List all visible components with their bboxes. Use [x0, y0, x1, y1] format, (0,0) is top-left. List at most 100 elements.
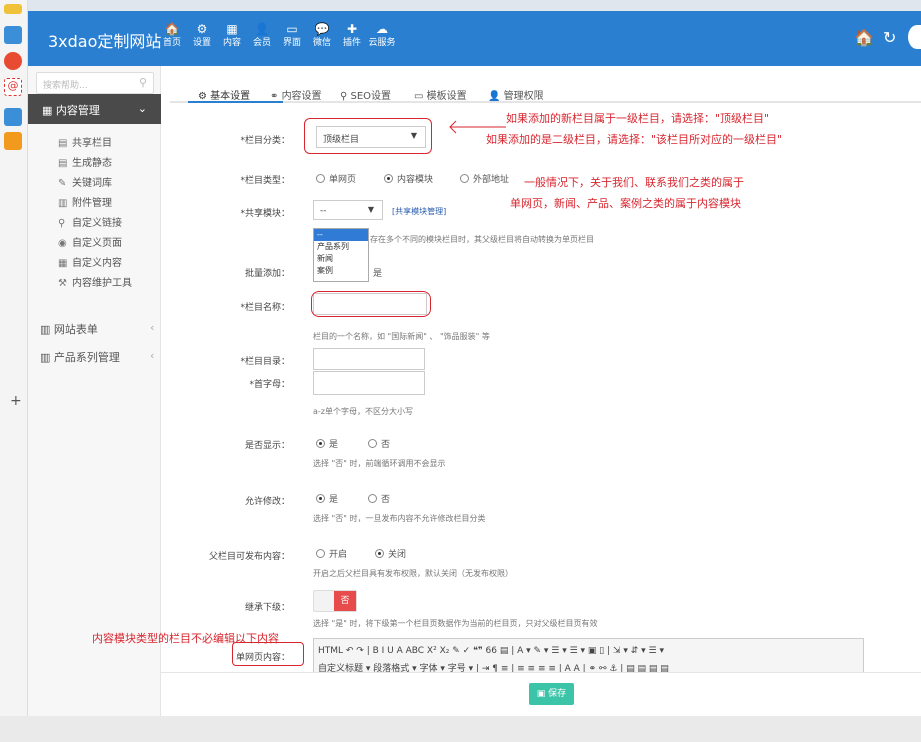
nav-label: 微信: [312, 38, 331, 48]
nav-item-2[interactable]: ▦ 内容: [215, 21, 249, 49]
nav-item-1[interactable]: ⚙ 设置: [185, 21, 219, 49]
weibo-icon[interactable]: [4, 52, 22, 70]
tab-seo[interactable]: ⚲ SEO设置: [340, 87, 391, 102]
dropdown-option[interactable]: --: [314, 229, 368, 241]
dropdown-option[interactable]: 案例: [314, 265, 368, 277]
category-type-label: *栏目分类：: [240, 136, 290, 146]
caret-down-icon: ▼: [367, 205, 374, 214]
radio-parent-close[interactable]: 关闭: [375, 547, 406, 560]
chevron-left-icon: ‹: [150, 321, 155, 334]
tab-template[interactable]: ▭ 模板设置: [414, 87, 467, 102]
sidebar-section-forms[interactable]: ▥ 网站表单 ‹: [40, 321, 154, 337]
inherit-label: 继承下级：: [244, 603, 290, 613]
nav-item-3[interactable]: 👤 会员: [245, 21, 279, 49]
add-icon[interactable]: +: [10, 393, 22, 409]
gear-icon: ⚙: [196, 22, 208, 36]
sidebar-item-label: 自定义内容: [72, 258, 122, 269]
radio-show-no[interactable]: 否: [368, 437, 390, 450]
save-label: 保存: [548, 689, 567, 699]
sidebar-item-7[interactable]: ⚒ 内容维护工具: [58, 274, 132, 289]
radio-single-page[interactable]: 单网页: [316, 172, 356, 185]
folder-icon[interactable]: [4, 4, 22, 14]
list-icon[interactable]: [4, 26, 22, 44]
radio-external-url[interactable]: 外部地址: [460, 172, 509, 185]
tab-bar: ⚙ 基本设置 ⚭ 内容设置 ⚲ SEO设置 ▭ 模板设置 👤 管理权限: [170, 78, 921, 103]
search-icon[interactable]: ⚲: [139, 76, 147, 89]
dropdown-option[interactable]: 新闻: [314, 253, 368, 265]
sidebar-item-4[interactable]: ⚲ 自定义链接: [58, 214, 122, 229]
annotation-second-level: 如果添加的是二级栏目，请选择："该栏目所对应的一级栏目": [486, 133, 783, 146]
radio-label: 是: [329, 495, 339, 505]
initial-input[interactable]: [313, 371, 425, 395]
column-dir-label: *栏目目录：: [240, 357, 290, 367]
inherit-toggle[interactable]: 否: [313, 590, 357, 612]
radio-dot: [316, 174, 325, 183]
share-module-select[interactable]: -- ▼: [313, 200, 383, 220]
radio-dot: [460, 174, 469, 183]
sidebar-item-3[interactable]: ▥ 附件管理: [58, 194, 112, 209]
file-icon: ▤: [58, 158, 68, 169]
nav-item-7[interactable]: ☁ 云服务: [365, 21, 399, 49]
doc-icon[interactable]: [4, 108, 22, 126]
parent-publish-label: 父栏目可发布内容：: [208, 552, 290, 562]
folder-icon: ▥: [58, 198, 68, 209]
grid-icon: ▦: [58, 258, 68, 269]
nav-item-6[interactable]: ✚ 插件: [335, 21, 369, 49]
nav-label: 设置: [192, 38, 211, 48]
save-bar: ▣ 保存: [161, 672, 921, 716]
chevron-left-icon: ‹: [150, 349, 155, 362]
sidebar-item-label: 自定义链接: [72, 218, 122, 229]
nav-item-4[interactable]: ▭ 界面: [275, 21, 309, 49]
radio-content-module[interactable]: 内容模块: [384, 172, 433, 185]
dropdown-option[interactable]: 产品系列: [314, 241, 368, 253]
sidebar-item-1[interactable]: ▤ 生成静态: [58, 154, 112, 169]
tab-permissions[interactable]: 👤 管理权限: [488, 87, 544, 102]
nav-item-0[interactable]: 🏠 首页: [155, 21, 189, 49]
note-icon[interactable]: [4, 132, 22, 150]
refresh-icon[interactable]: ↻: [883, 28, 896, 47]
pin-icon: ⚲: [58, 218, 66, 229]
sidebar-section-products[interactable]: ▥ 产品系列管理 ‹: [40, 349, 154, 365]
nav-label: 首页: [162, 38, 181, 48]
share-module-link[interactable]: [共享模块管理]: [392, 206, 446, 217]
sidebar-item-5[interactable]: ◉ 自定义页面: [58, 234, 122, 249]
arrow-icon: [449, 120, 506, 134]
sidebar-group-content[interactable]: ▦ 内容管理 ⌄: [28, 94, 161, 124]
sidebar-item-label: 关键词库: [72, 178, 112, 189]
sidebar-item-2[interactable]: ✎ 关键词库: [58, 174, 112, 189]
radio-edit-no[interactable]: 否: [368, 492, 390, 505]
brand-title[interactable]: 3xdao定制网站: [48, 28, 161, 52]
tab-content[interactable]: ⚭ 内容设置: [270, 87, 322, 102]
radio-parent-open[interactable]: 开启: [316, 547, 347, 560]
editor-toolbar-row1[interactable]: HTML ↶ ↷ | B I U A ABC X² X₂ ✎ ✓ ❝❞ 66 ▤…: [318, 643, 664, 659]
column-dir-input[interactable]: [313, 348, 425, 370]
radio-show-yes[interactable]: 是: [316, 437, 338, 450]
sidebar-item-6[interactable]: ▦ 自定义内容: [58, 254, 122, 269]
highlight-box: [304, 118, 432, 154]
sidebar-item-label: 自定义页面: [72, 238, 122, 249]
active-tab-indicator: [188, 101, 283, 103]
sidebar-group-label: 内容管理: [55, 104, 100, 117]
radio-edit-yes[interactable]: 是: [316, 492, 338, 505]
chevron-down-icon: ⌄: [137, 102, 147, 115]
top-strip: [28, 0, 921, 11]
avatar[interactable]: [908, 25, 921, 49]
cloud-icon: ☁: [376, 22, 388, 36]
search-input[interactable]: 搜索帮助... ⚲: [36, 72, 154, 94]
select-value: --: [320, 206, 327, 216]
nav-item-5[interactable]: 💬 微信: [305, 21, 339, 49]
share-module-dropdown: -- 产品系列 新闻 案例: [313, 228, 369, 282]
grid-icon: ▦: [226, 22, 238, 36]
tab-label: 模板设置: [426, 91, 467, 102]
tab-basic[interactable]: ⚙ 基本设置: [198, 87, 250, 102]
nav-label: 云服务: [368, 38, 396, 48]
sidebar-item-0[interactable]: ▤ 共享栏目: [58, 134, 112, 149]
radio-label: 否: [381, 440, 391, 450]
sidebar-item-label: 共享栏目: [72, 138, 112, 149]
home-icon[interactable]: 🏠: [854, 28, 874, 47]
save-button[interactable]: ▣ 保存: [529, 683, 574, 705]
radio-dot: [316, 549, 325, 558]
at-icon[interactable]: @: [4, 78, 22, 96]
bottom-strip: [0, 716, 921, 742]
annotation-top-level: 如果添加的新栏目属于一级栏目，请选择："顶级栏目": [506, 112, 770, 125]
